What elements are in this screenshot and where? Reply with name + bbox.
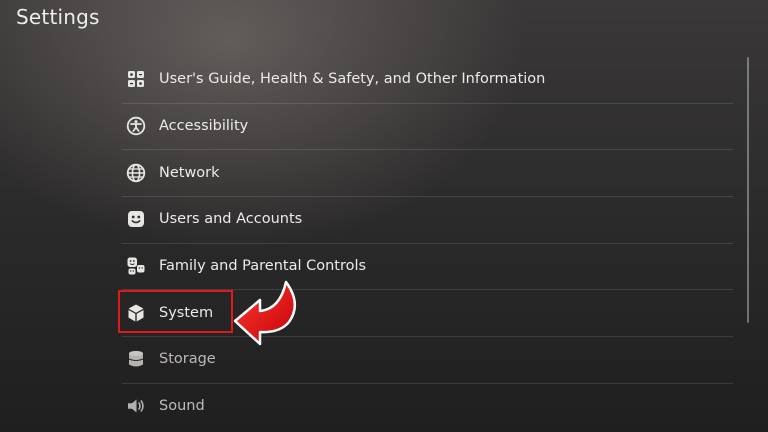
speaker-icon <box>126 396 146 416</box>
menu-item-label: Network <box>159 164 220 181</box>
scrollbar[interactable] <box>747 57 749 323</box>
menu-item-network[interactable]: Network <box>118 149 733 196</box>
accessibility-icon <box>126 116 146 136</box>
menu-item-users-accounts[interactable]: Users and Accounts <box>118 196 733 243</box>
pointer-arrow-icon <box>233 280 296 346</box>
menu-item-label: Users and Accounts <box>159 211 303 228</box>
database-icon <box>126 349 146 369</box>
menu-item-label: Accessibility <box>159 118 249 135</box>
menu-item-family-parental[interactable]: Family and Parental Controls <box>118 242 733 290</box>
menu-item-label: User's Guide, Health & Safety, and Other… <box>159 71 546 88</box>
settings-menu: User's Guide, Health & Safety, and Other… <box>118 56 733 430</box>
globe-icon <box>126 163 146 183</box>
menu-item-users-guide[interactable]: User's Guide, Health & Safety, and Other… <box>118 56 733 103</box>
menu-item-accessibility[interactable]: Accessibility <box>118 102 733 150</box>
menu-item-storage[interactable]: Storage <box>118 336 733 383</box>
page-title: Settings <box>16 5 100 29</box>
family-icon <box>126 256 146 276</box>
system-highlight-box <box>118 290 233 333</box>
menu-item-label: Storage <box>159 351 216 368</box>
user-face-icon <box>126 209 146 229</box>
menu-item-sound[interactable]: Sound <box>118 382 733 430</box>
info-guide-icon <box>126 69 146 89</box>
menu-item-label: Sound <box>159 398 205 415</box>
menu-item-label: Family and Parental Controls <box>159 258 367 275</box>
